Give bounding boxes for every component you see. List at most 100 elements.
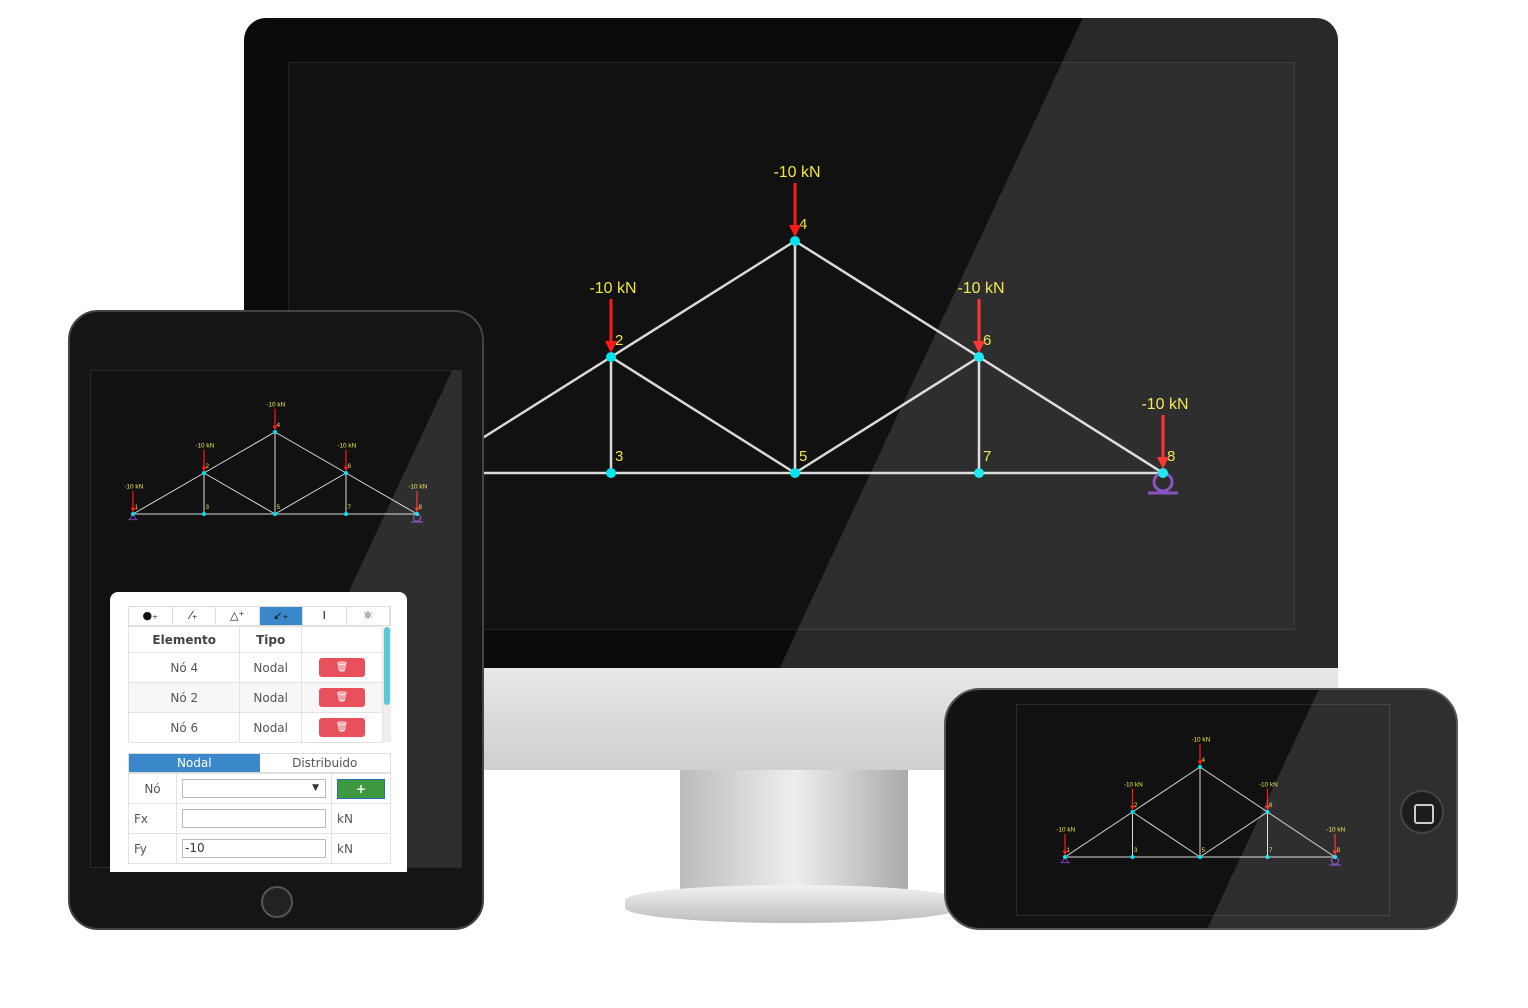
table-scrollbar[interactable] (383, 627, 391, 742)
truss-node (202, 512, 206, 516)
load-label: -10 kN (124, 483, 143, 490)
load-label: -10 kN (408, 483, 427, 490)
table-row: Nó 4 Nodal 🗑 (127, 652, 384, 683)
delete-button[interactable]: 🗑 (318, 718, 365, 737)
table-row: Nó 2 Nodal 🗑 (127, 682, 384, 713)
truss-node (1130, 810, 1135, 814)
tool-tabs: ●₊ ⁄₊ △⁺ ↙₊ I ⚛ (128, 606, 391, 626)
truss-node (1063, 855, 1067, 859)
fx-cell (176, 803, 332, 834)
node-label: 6 (983, 332, 991, 349)
load-label: -10 kN (1259, 781, 1278, 788)
truss-member (345, 472, 418, 515)
add-node-tab[interactable]: ●₊ (129, 607, 173, 625)
truss-node (606, 352, 616, 362)
truss-node (790, 468, 800, 478)
no-select-cell: ▼ (176, 773, 332, 804)
loads-panel: ●₊ ⁄₊ △⁺ ↙₊ I ⚛ Elemento Tipo Nó 4 Nodal… (110, 592, 407, 872)
truss-member (1132, 811, 1201, 858)
add-load-tab[interactable]: ↙₊ (259, 607, 303, 625)
truss-member (794, 355, 980, 475)
monitor-stand (680, 770, 908, 890)
truss-node (202, 471, 206, 475)
fy-input[interactable]: -10 (182, 839, 326, 858)
add-member-tab[interactable]: ⁄₊ (173, 607, 216, 625)
add-support-tab[interactable]: △⁺ (216, 607, 260, 625)
truss-diagram-tablet[interactable]: 1 2 3 4 5 6 7 8 -10 kN -10 kN -10 kN -10 kN -10 kN (91, 371, 462, 571)
dropdown-arrow-icon: ▼ (312, 783, 319, 793)
load-label: -10 kN (589, 280, 636, 297)
truss-node (273, 512, 277, 516)
truss-member (610, 355, 796, 475)
node-label: 5 (799, 448, 807, 465)
fy-cell: -10 (176, 833, 332, 864)
load-label: -10 kN (773, 164, 820, 181)
truss-node (1198, 855, 1202, 859)
delete-button[interactable]: 🗑 (318, 688, 365, 707)
truss-node (1158, 468, 1168, 478)
node-label: 7 (983, 448, 991, 465)
node-label: 4 (799, 216, 807, 233)
add-load-button[interactable]: + (337, 778, 385, 799)
phone-home-button[interactable] (1400, 790, 1444, 834)
node-label: 4 (277, 423, 281, 429)
add-cell: + (331, 773, 391, 804)
node-label: 3 (206, 505, 210, 511)
truss-member (274, 472, 347, 515)
loads-table: Elemento Tipo Nó 4 Nodal 🗑 Nó 2 Nodal 🗑 … (127, 626, 384, 743)
column-header-tipo: Tipo (239, 626, 302, 653)
phone-screen: 1 2 3 4 5 6 7 8 -10 kN -10 kN -10 kN -10 kN -10 kN (1016, 704, 1390, 916)
truss-node (131, 512, 135, 516)
truss-member (610, 239, 796, 359)
truss-node (1130, 855, 1135, 859)
load-label: -10 kN (957, 280, 1004, 297)
node-label: 2 (206, 464, 210, 470)
load-label: -10 kN (1191, 736, 1210, 743)
no-label: Nó (128, 773, 177, 804)
truss-node (273, 430, 277, 434)
truss-member (978, 355, 1164, 475)
cell-tipo: Nodal (239, 652, 302, 683)
tab-nodal[interactable]: Nodal (129, 754, 260, 772)
fy-label: Fy (128, 833, 177, 864)
tablet-device: 1 2 3 4 5 6 7 8 -10 kN -10 kN -10 kN -10 kN -10 kN ●… (68, 310, 484, 930)
truss-node (1265, 855, 1270, 859)
cell-elemento: Nó 2 (127, 682, 241, 713)
load-label: -10 kN (266, 401, 285, 408)
node-label: 8 (419, 505, 423, 511)
truss-member (1267, 811, 1336, 858)
truss-node (974, 352, 984, 362)
section-tab[interactable]: I (303, 607, 347, 625)
load-label: -10 kN (1056, 826, 1075, 833)
node-label: 6 (348, 464, 352, 470)
tab-distribuido[interactable]: Distribuido (260, 754, 391, 772)
truss-node (606, 468, 616, 478)
load-label: -10 kN (1124, 781, 1143, 788)
fx-input[interactable] (182, 809, 326, 828)
node-label: 1 (135, 505, 139, 511)
cell-action: 🗑 (300, 652, 384, 683)
node-label: 7 (348, 505, 352, 511)
delete-button[interactable]: 🗑 (318, 658, 365, 677)
load-type-tabs: Nodal Distribuido (128, 753, 391, 773)
truss-node (344, 512, 348, 516)
node-label: 3 (615, 448, 623, 465)
no-select[interactable]: ▼ (182, 779, 326, 798)
cell-action: 🗑 (300, 682, 384, 713)
truss-member (203, 472, 276, 515)
node-label: 8 (1337, 848, 1341, 854)
truss-diagram-phone[interactable]: 1234567 8-10 kN-10 kN-10 kN-10 kN-10 kN (1017, 705, 1391, 917)
cell-tipo: Nodal (239, 712, 302, 743)
truss-member (1199, 811, 1268, 858)
material-tab[interactable]: ⚛ (347, 607, 390, 625)
table-row: Nó 6 Nodal 🗑 (127, 712, 384, 743)
column-header-elemento: Elemento (127, 626, 241, 653)
fy-unit: kN (331, 833, 391, 864)
truss-member (132, 472, 205, 515)
truss-member (1132, 766, 1201, 813)
truss-node (790, 236, 800, 246)
monitor-base (625, 885, 960, 923)
tablet-home-button[interactable] (261, 886, 293, 918)
fx-unit: kN (331, 803, 391, 834)
node-label: 6 (1269, 803, 1273, 809)
